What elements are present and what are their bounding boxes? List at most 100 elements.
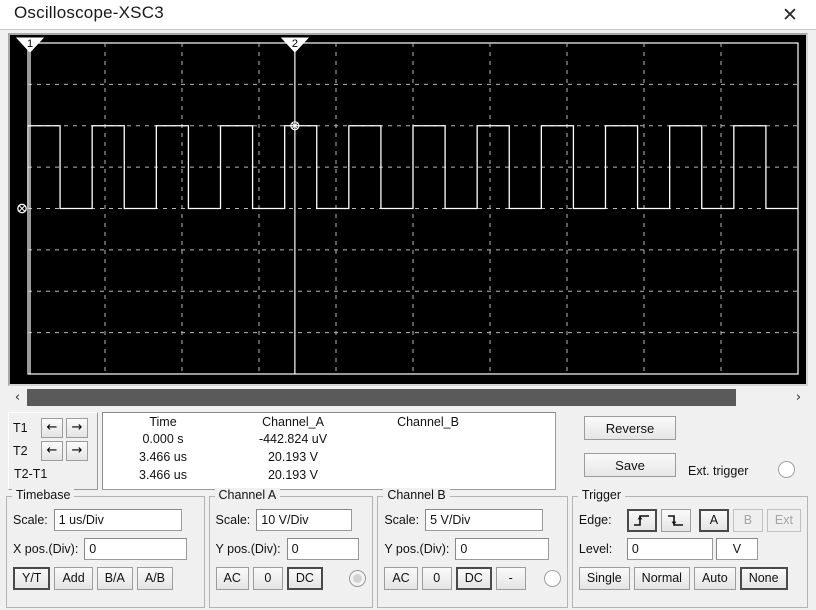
t2-right-arrow-icon[interactable]: →	[66, 440, 88, 461]
measurement-area: T1 ← → T2 ← → T2-T1 Time Channel_A Chann…	[8, 412, 556, 490]
channel-b-scale-input[interactable]: 5 V/Div	[425, 509, 544, 531]
cursor-t1-label: T1	[13, 420, 28, 435]
group-timebase-legend: Timebase	[12, 488, 75, 502]
trigger-mode-single-button[interactable]: Single	[578, 566, 630, 590]
trigger-falling-edge-icon[interactable]	[660, 508, 691, 532]
channel-b-scale-label: Scale:	[384, 513, 420, 527]
svg-text:1: 1	[27, 38, 33, 50]
channel-b-coupling-0-button[interactable]: 0	[421, 566, 452, 590]
channel-b-coupling-buttons: AC 0 DC -	[384, 566, 526, 590]
group-channel-a: Channel A Scale: 10 V/Div Y pos.(Div): 0…	[208, 488, 374, 608]
channel-a-coupling-0-button[interactable]: 0	[252, 566, 283, 590]
trigger-mode-auto-button[interactable]: Auto	[693, 566, 736, 590]
column-header-pad	[493, 413, 555, 430]
control-panel: Timebase Scale: 1 us/Div X pos.(Div): 0 …	[6, 488, 812, 608]
trigger-source-a-button[interactable]: A	[698, 508, 729, 532]
timebase-xpos-label: X pos.(Div):	[13, 542, 79, 556]
svg-text:2: 2	[292, 38, 298, 50]
timebase-mode-b-a-button[interactable]: B/A	[96, 566, 133, 590]
trigger-source-buttons: A B Ext	[698, 508, 801, 532]
trigger-level-row: Level: 0 V	[579, 536, 801, 562]
channel-b-coupling-ac-button[interactable]: AC	[384, 566, 418, 590]
timebase-scale-row: Scale: 1 us/Div	[13, 507, 198, 533]
table-row: 0.000 s -442.824 uV	[103, 430, 555, 448]
channel-b-scale-row: Scale: 5 V/Div	[384, 507, 561, 533]
channel-a-coupling-row: AC 0 DC	[215, 565, 367, 591]
group-channel-b-legend: Channel B	[383, 488, 450, 502]
cursor-t2-label: T2	[13, 443, 28, 458]
channel-b-ypos-label: Y pos.(Div):	[384, 542, 450, 556]
trigger-rising-edge-icon[interactable]	[626, 508, 657, 532]
scope-screen[interactable]: 12	[10, 35, 806, 384]
timebase-scale-input[interactable]: 1 us/Div	[53, 509, 182, 531]
channel-a-ypos-input[interactable]: 0	[286, 538, 359, 560]
cursor-controls: T1 ← → T2 ← → T2-T1	[8, 412, 98, 490]
channel-a-terminal[interactable]	[349, 569, 367, 587]
t2-left-arrow-icon[interactable]: ←	[41, 440, 63, 461]
timebase-mode-a-b-button[interactable]: A/B	[136, 566, 174, 590]
channel-b-coupling-dc-button[interactable]: DC	[455, 566, 492, 590]
timebase-xpos-input[interactable]: 0	[84, 538, 188, 560]
trigger-edge-row: Edge: A B Ext	[579, 507, 801, 533]
trigger-level-unit[interactable]: V	[715, 538, 758, 560]
close-icon[interactable]: ✕	[772, 0, 808, 30]
title-bar: Oscilloscope-XSC3 ✕	[0, 0, 816, 30]
trigger-mode-none-button[interactable]: None	[739, 566, 788, 590]
channel-b-ypos-input[interactable]: 0	[455, 538, 550, 560]
trigger-edge-label: Edge:	[578, 513, 612, 527]
measurement-channel-a: 20.193 V	[267, 450, 319, 464]
ext-trigger-terminal[interactable]	[778, 461, 795, 478]
scrollbar-track[interactable]	[27, 389, 789, 406]
group-timebase: Timebase Scale: 1 us/Div X pos.(Div): 0 …	[6, 488, 205, 608]
channel-a-scale-row: Scale: 10 V/Div	[216, 507, 367, 533]
scope-display[interactable]: 12	[8, 33, 808, 386]
measurement-time: 3.466 us	[139, 468, 187, 482]
waveform-canvas: 12	[15, 37, 799, 375]
channel-a-coupling-ac-button[interactable]: AC	[215, 566, 249, 590]
channel-a-scale-input[interactable]: 10 V/Div	[256, 509, 353, 531]
measurement-channel-b	[363, 448, 493, 466]
trigger-source-ext-button: Ext	[766, 508, 801, 532]
measurement-channel-a: -442.824 uV	[258, 432, 328, 446]
save-button[interactable]: Save	[584, 453, 676, 477]
group-trigger-legend: Trigger	[577, 488, 626, 502]
reverse-button[interactable]: Reverse	[584, 416, 676, 440]
scroll-right-icon[interactable]: ›	[789, 388, 808, 407]
measurement-table-body: 0.000 s -442.824 uV 3.466 us 20.193 V 3.466 …	[103, 430, 555, 484]
channel-b-ypos-row: Y pos.(Div): 0	[384, 536, 561, 562]
timebase-scale-label: Scale:	[13, 513, 48, 527]
channel-b-coupling-row: AC 0 DC -	[384, 565, 561, 591]
trigger-level-input[interactable]: 0	[626, 538, 713, 560]
measurement-pad	[493, 448, 555, 466]
group-channel-a-legend: Channel A	[214, 488, 281, 502]
channel-a-scale-label: Scale:	[215, 513, 251, 527]
cursor-row-t2: T2 ← →	[13, 439, 95, 462]
timebase-mode-y-t-button[interactable]: Y/T	[13, 566, 51, 590]
trigger-mode-normal-button[interactable]: Normal	[633, 566, 690, 590]
t1-left-arrow-icon[interactable]: ←	[41, 417, 63, 438]
trigger-level-label: Level:	[578, 542, 613, 556]
scrollbar-thumb[interactable]	[27, 389, 736, 406]
measurement-time: 0.000 s	[142, 432, 184, 446]
t1-right-arrow-icon[interactable]: →	[66, 417, 88, 438]
channel-b-terminal[interactable]	[543, 569, 561, 587]
group-trigger: Trigger Edge: A B Ext Level: 0 V Single …	[571, 488, 808, 608]
timebase-mode-add-button[interactable]: Add	[54, 566, 93, 590]
scroll-left-icon[interactable]: ‹	[8, 388, 27, 407]
column-header-channel-a: Channel_A	[262, 415, 324, 429]
channel-a-coupling-dc-button[interactable]: DC	[286, 566, 323, 590]
channel-b-coupling--button[interactable]: -	[495, 566, 526, 590]
column-header-channel-b: Channel_B	[397, 415, 459, 429]
measurement-table: Time Channel_A Channel_B 0.000 s -442.824…	[102, 412, 556, 490]
timebase-xpos-row: X pos.(Div): 0	[13, 536, 198, 562]
ext-trigger-label: Ext. trigger	[688, 464, 749, 478]
measurement-pad	[493, 430, 555, 448]
table-row: 3.466 us 20.193 V	[103, 448, 555, 466]
oscilloscope-window: Oscilloscope-XSC3 ✕ 12 ‹ › T1 ← → T2 ← →	[0, 0, 816, 610]
cursor-delta-label: T2-T1	[14, 467, 48, 481]
window-title: Oscilloscope-XSC3	[14, 3, 164, 22]
channel-a-coupling-buttons: AC 0 DC	[215, 566, 323, 590]
horizontal-scrollbar[interactable]: ‹ ›	[8, 388, 808, 407]
table-header-row: Time Channel_A Channel_B	[103, 413, 555, 430]
trigger-mode-buttons: Single Normal Auto None	[578, 565, 801, 591]
